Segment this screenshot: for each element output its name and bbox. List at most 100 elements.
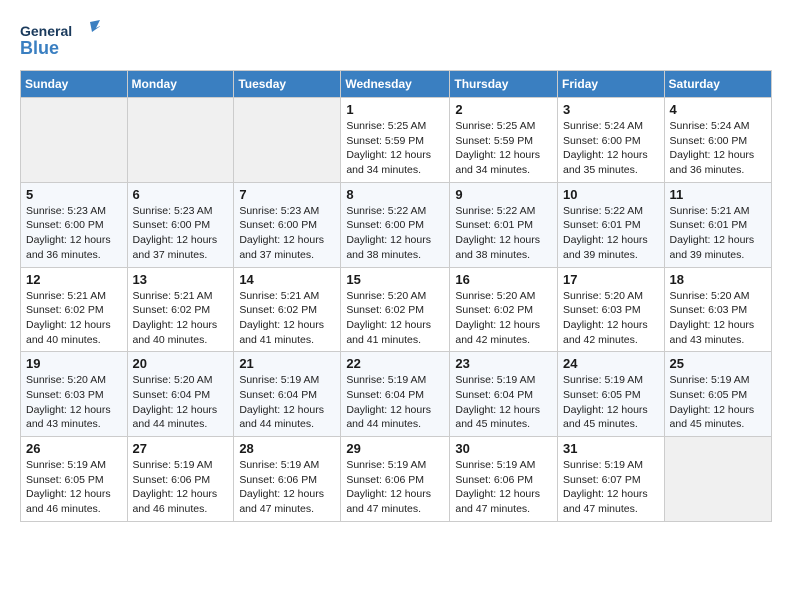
- day-info: Sunrise: 5:21 AM Sunset: 6:02 PM Dayligh…: [133, 289, 229, 348]
- calendar-cell: [664, 437, 771, 522]
- day-info: Sunrise: 5:24 AM Sunset: 6:00 PM Dayligh…: [670, 119, 766, 178]
- calendar-cell: 10 Sunrise: 5:22 AM Sunset: 6:01 PM Dayli…: [558, 182, 665, 267]
- day-info: Sunrise: 5:22 AM Sunset: 6:00 PM Dayligh…: [346, 204, 444, 263]
- week-row-2: 5 Sunrise: 5:23 AM Sunset: 6:00 PM Daylig…: [21, 182, 772, 267]
- calendar-cell: 8 Sunrise: 5:22 AM Sunset: 6:00 PM Daylig…: [341, 182, 450, 267]
- calendar-cell: 15Sunrise: 5:20 AM Sunset: 6:02 PM Dayli…: [341, 267, 450, 352]
- day-info: Sunrise: 5:23 AM Sunset: 6:00 PM Dayligh…: [133, 204, 229, 263]
- calendar-cell: 30 Sunrise: 5:19 AM Sunset: 6:06 PM Dayli…: [450, 437, 558, 522]
- day-info: Sunrise: 5:22 AM Sunset: 6:01 PM Dayligh…: [455, 204, 552, 263]
- calendar-cell: 18 Sunrise: 5:20 AM Sunset: 6:03 PM Dayli…: [664, 267, 771, 352]
- day-info: Sunrise: 5:19 AM Sunset: 6:04 PM Dayligh…: [455, 373, 552, 432]
- day-info: Sunrise: 5:19 AM Sunset: 6:04 PM Dayligh…: [346, 373, 444, 432]
- day-info: Sunrise: 5:19 AM Sunset: 6:04 PM Dayligh…: [239, 373, 335, 432]
- day-number: 5: [26, 187, 122, 202]
- week-row-4: 19 Sunrise: 5:20 AM Sunset: 6:03 PM Dayli…: [21, 352, 772, 437]
- day-number: 22: [346, 356, 444, 371]
- calendar-cell: [21, 98, 128, 183]
- weekday-header-tuesday: Tuesday: [234, 71, 341, 98]
- calendar-table: SundayMondayTuesdayWednesdayThursdayFrid…: [20, 70, 772, 522]
- day-number: 6: [133, 187, 229, 202]
- day-number: 26: [26, 441, 122, 456]
- day-number: 4: [670, 102, 766, 117]
- calendar-cell: 2Sunrise: 5:25 AM Sunset: 5:59 PM Daylig…: [450, 98, 558, 183]
- day-number: 1: [346, 102, 444, 117]
- day-number: 27: [133, 441, 229, 456]
- calendar-cell: 28 Sunrise: 5:19 AM Sunset: 6:06 PM Dayli…: [234, 437, 341, 522]
- day-info: Sunrise: 5:20 AM Sunset: 6:03 PM Dayligh…: [670, 289, 766, 348]
- day-info: Sunrise: 5:21 AM Sunset: 6:01 PM Dayligh…: [670, 204, 766, 263]
- weekday-header-sunday: Sunday: [21, 71, 128, 98]
- day-info: Sunrise: 5:19 AM Sunset: 6:07 PM Dayligh…: [563, 458, 659, 517]
- weekday-header-wednesday: Wednesday: [341, 71, 450, 98]
- page-header: GeneralBlue: [20, 20, 772, 60]
- calendar-cell: 16 Sunrise: 5:20 AM Sunset: 6:02 PM Dayli…: [450, 267, 558, 352]
- day-info: Sunrise: 5:23 AM Sunset: 6:00 PM Dayligh…: [239, 204, 335, 263]
- day-number: 3: [563, 102, 659, 117]
- calendar-cell: 4 Sunrise: 5:24 AM Sunset: 6:00 PM Daylig…: [664, 98, 771, 183]
- calendar-cell: 21 Sunrise: 5:19 AM Sunset: 6:04 PM Dayli…: [234, 352, 341, 437]
- day-number: 10: [563, 187, 659, 202]
- calendar-cell: 5Sunrise: 5:23 AM Sunset: 6:00 PM Daylig…: [21, 182, 128, 267]
- calendar-cell: 27 Sunrise: 5:19 AM Sunset: 6:06 PM Dayli…: [127, 437, 234, 522]
- calendar-cell: 7 Sunrise: 5:23 AM Sunset: 6:00 PM Daylig…: [234, 182, 341, 267]
- day-number: 9: [455, 187, 552, 202]
- calendar-cell: 14 Sunrise: 5:21 AM Sunset: 6:02 PM Dayli…: [234, 267, 341, 352]
- calendar-cell: 3 Sunrise: 5:24 AM Sunset: 6:00 PM Daylig…: [558, 98, 665, 183]
- day-number: 31: [563, 441, 659, 456]
- day-number: 18: [670, 272, 766, 287]
- calendar-cell: 31 Sunrise: 5:19 AM Sunset: 6:07 PM Dayli…: [558, 437, 665, 522]
- calendar-cell: 20Sunrise: 5:20 AM Sunset: 6:04 PM Dayli…: [127, 352, 234, 437]
- day-number: 7: [239, 187, 335, 202]
- day-info: Sunrise: 5:19 AM Sunset: 6:06 PM Dayligh…: [455, 458, 552, 517]
- day-info: Sunrise: 5:19 AM Sunset: 6:05 PM Dayligh…: [670, 373, 766, 432]
- week-row-1: 1 Sunrise: 5:25 AM Sunset: 5:59 PM Daylig…: [21, 98, 772, 183]
- logo-svg: GeneralBlue: [20, 20, 100, 60]
- day-info: Sunrise: 5:25 AM Sunset: 5:59 PM Dayligh…: [346, 119, 444, 178]
- day-number: 23: [455, 356, 552, 371]
- day-info: Sunrise: 5:21 AM Sunset: 6:02 PM Dayligh…: [239, 289, 335, 348]
- svg-text:Blue: Blue: [20, 38, 59, 58]
- day-info: Sunrise: 5:19 AM Sunset: 6:06 PM Dayligh…: [133, 458, 229, 517]
- day-info: Sunrise: 5:24 AM Sunset: 6:00 PM Dayligh…: [563, 119, 659, 178]
- day-number: 24: [563, 356, 659, 371]
- day-info: Sunrise: 5:22 AM Sunset: 6:01 PM Dayligh…: [563, 204, 659, 263]
- weekday-header-friday: Friday: [558, 71, 665, 98]
- day-number: 30: [455, 441, 552, 456]
- week-row-5: 26Sunrise: 5:19 AM Sunset: 6:05 PM Dayli…: [21, 437, 772, 522]
- calendar-cell: [234, 98, 341, 183]
- day-number: 8: [346, 187, 444, 202]
- calendar-cell: 6 Sunrise: 5:23 AM Sunset: 6:00 PM Daylig…: [127, 182, 234, 267]
- day-number: 11: [670, 187, 766, 202]
- calendar-cell: 12Sunrise: 5:21 AM Sunset: 6:02 PM Dayli…: [21, 267, 128, 352]
- day-info: Sunrise: 5:20 AM Sunset: 6:04 PM Dayligh…: [133, 373, 229, 432]
- calendar-cell: 22 Sunrise: 5:19 AM Sunset: 6:04 PM Dayli…: [341, 352, 450, 437]
- calendar-cell: 9 Sunrise: 5:22 AM Sunset: 6:01 PM Daylig…: [450, 182, 558, 267]
- svg-text:General: General: [20, 23, 72, 39]
- calendar-cell: 13Sunrise: 5:21 AM Sunset: 6:02 PM Dayli…: [127, 267, 234, 352]
- day-number: 16: [455, 272, 552, 287]
- weekday-header-saturday: Saturday: [664, 71, 771, 98]
- calendar-cell: 19 Sunrise: 5:20 AM Sunset: 6:03 PM Dayli…: [21, 352, 128, 437]
- day-number: 21: [239, 356, 335, 371]
- day-info: Sunrise: 5:19 AM Sunset: 6:06 PM Dayligh…: [239, 458, 335, 517]
- day-info: Sunrise: 5:19 AM Sunset: 6:05 PM Dayligh…: [563, 373, 659, 432]
- day-info: Sunrise: 5:20 AM Sunset: 6:02 PM Dayligh…: [346, 289, 444, 348]
- day-info: Sunrise: 5:20 AM Sunset: 6:03 PM Dayligh…: [26, 373, 122, 432]
- day-number: 14: [239, 272, 335, 287]
- calendar-cell: 17 Sunrise: 5:20 AM Sunset: 6:03 PM Dayli…: [558, 267, 665, 352]
- day-number: 19: [26, 356, 122, 371]
- weekday-header-monday: Monday: [127, 71, 234, 98]
- calendar-cell: 23 Sunrise: 5:19 AM Sunset: 6:04 PM Dayli…: [450, 352, 558, 437]
- day-number: 28: [239, 441, 335, 456]
- day-number: 29: [346, 441, 444, 456]
- week-row-3: 12Sunrise: 5:21 AM Sunset: 6:02 PM Dayli…: [21, 267, 772, 352]
- calendar-cell: 11 Sunrise: 5:21 AM Sunset: 6:01 PM Dayli…: [664, 182, 771, 267]
- day-info: Sunrise: 5:25 AM Sunset: 5:59 PM Dayligh…: [455, 119, 552, 178]
- day-number: 25: [670, 356, 766, 371]
- logo: GeneralBlue: [20, 20, 100, 60]
- day-number: 17: [563, 272, 659, 287]
- calendar-cell: 1 Sunrise: 5:25 AM Sunset: 5:59 PM Daylig…: [341, 98, 450, 183]
- day-info: Sunrise: 5:20 AM Sunset: 6:02 PM Dayligh…: [455, 289, 552, 348]
- day-info: Sunrise: 5:20 AM Sunset: 6:03 PM Dayligh…: [563, 289, 659, 348]
